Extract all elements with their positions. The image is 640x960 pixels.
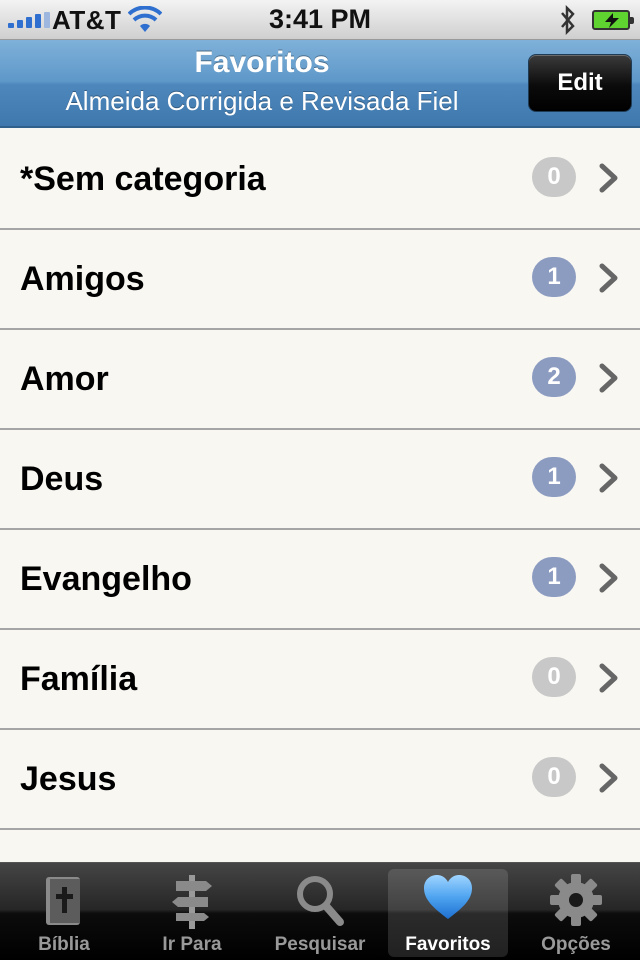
tab-label: Pesquisar xyxy=(274,934,366,955)
count-badge: 1 xyxy=(532,457,576,497)
tab-pesquisar[interactable]: Pesquisar xyxy=(256,863,384,960)
page-subtitle: Almeida Corrigida e Revisada Fiel xyxy=(65,86,459,116)
tab-opcoes[interactable]: Opções xyxy=(512,863,640,960)
tab-ir-para[interactable]: Ir Para xyxy=(128,863,256,960)
chevron-right-icon xyxy=(598,563,620,598)
list-item-label: *Sem categoria xyxy=(20,160,266,198)
count-badge: 2 xyxy=(532,357,576,397)
list-item[interactable] xyxy=(0,830,640,862)
list-item[interactable]: Jesus 0 xyxy=(0,730,640,830)
clock: 3:41 PM xyxy=(268,4,372,34)
list-item-label: Jesus xyxy=(20,760,117,798)
chevron-right-icon xyxy=(598,263,620,298)
count-badge: 0 xyxy=(532,657,576,697)
list-item-label: Deus xyxy=(20,460,104,498)
bluetooth-icon xyxy=(558,4,578,41)
list-item-label: Evangelho xyxy=(20,560,192,598)
tab-label: Favoritos xyxy=(405,934,491,955)
status-bar: AT&T 3:41 PM xyxy=(0,0,640,40)
tab-biblia[interactable]: Bíblia xyxy=(0,863,128,960)
tab-label: Bíblia xyxy=(38,934,90,955)
heart-icon xyxy=(422,873,474,928)
tab-label: Ir Para xyxy=(162,934,222,955)
list-item-label: Amor xyxy=(20,360,109,398)
count-badge: 0 xyxy=(532,157,576,197)
list-item[interactable]: Família 0 xyxy=(0,630,640,730)
gear-icon xyxy=(549,873,603,932)
bible-icon xyxy=(42,873,86,934)
chevron-right-icon xyxy=(598,163,620,198)
chevron-right-icon xyxy=(598,763,620,798)
signpost-icon xyxy=(168,873,216,936)
navigation-bar: Favoritos Almeida Corrigida e Revisada F… xyxy=(0,40,640,128)
list-item-label: Família xyxy=(20,660,138,698)
favorites-category-list: *Sem categoria 0 Amigos 1 Amor 2 Deus 1 Evangelh… xyxy=(0,130,640,862)
tab-label: Opções xyxy=(541,934,611,955)
list-item-label: Amigos xyxy=(20,260,145,298)
search-icon xyxy=(294,873,346,934)
list-item[interactable]: *Sem categoria 0 xyxy=(0,130,640,230)
tab-favoritos[interactable]: Favoritos xyxy=(388,869,508,957)
chevron-right-icon xyxy=(598,663,620,698)
list-item[interactable]: Deus 1 xyxy=(0,430,640,530)
tab-bar: Bíblia Ir Para Pesquisar Favoritos Opçõe… xyxy=(0,862,640,960)
edit-button[interactable]: Edit xyxy=(528,54,632,112)
battery-icon xyxy=(592,10,634,30)
list-item[interactable]: Amigos 1 xyxy=(0,230,640,330)
count-badge: 1 xyxy=(532,557,576,597)
list-item[interactable]: Amor 2 xyxy=(0,330,640,430)
page-title: Favoritos xyxy=(194,46,330,79)
count-badge: 0 xyxy=(532,757,576,797)
chevron-right-icon xyxy=(598,363,620,398)
list-item[interactable]: Evangelho 1 xyxy=(0,530,640,630)
chevron-right-icon xyxy=(598,463,620,498)
count-badge: 1 xyxy=(532,257,576,297)
